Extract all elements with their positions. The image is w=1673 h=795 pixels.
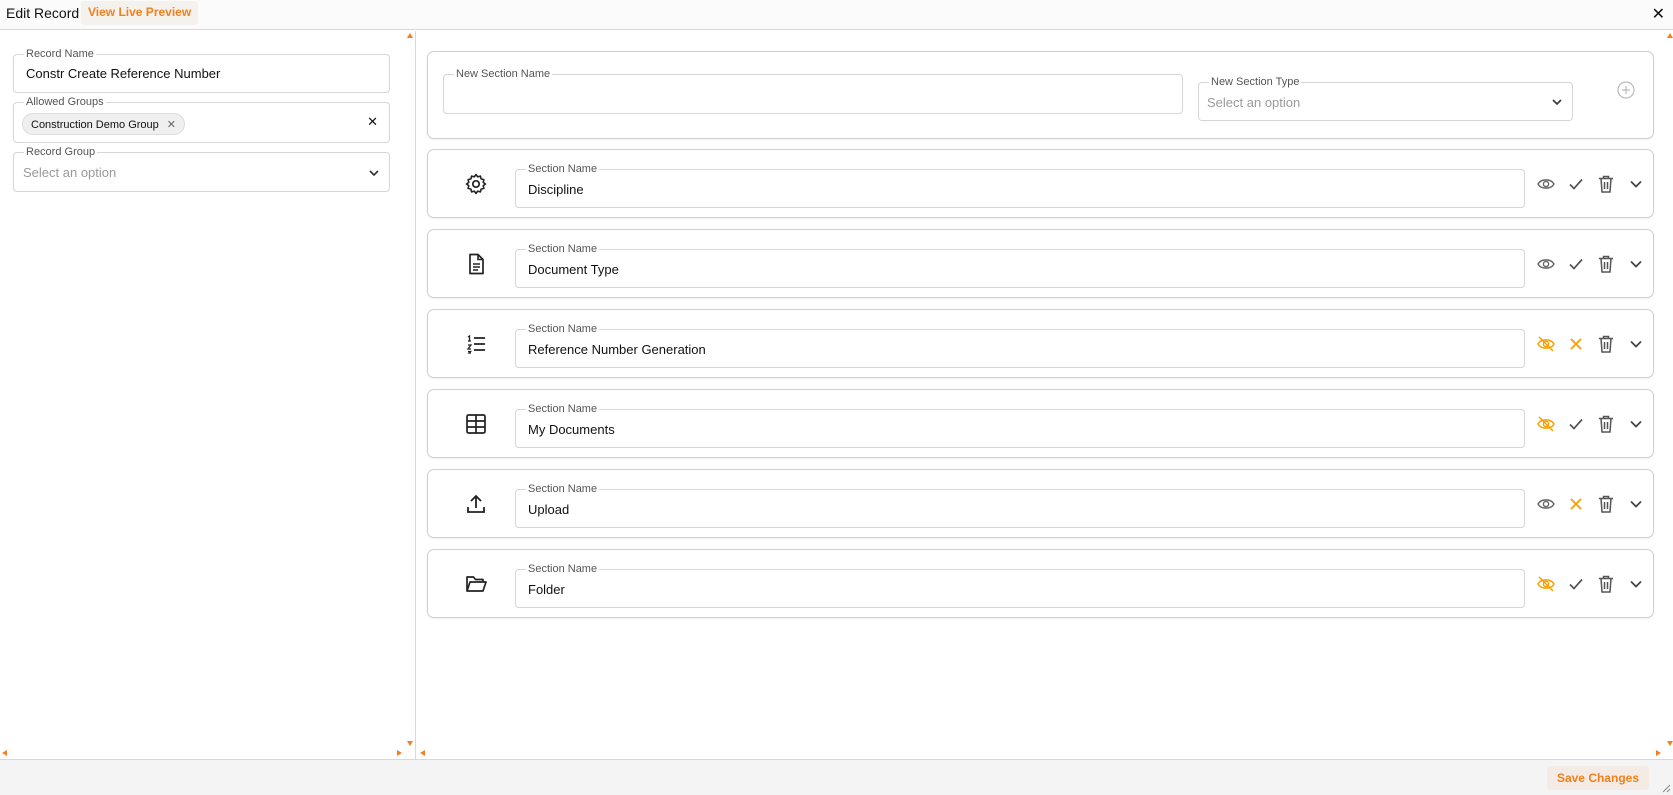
scroll-right-arrow[interactable] [1656, 750, 1661, 756]
section-name-label: Section Name [526, 163, 600, 175]
chevron-down-icon[interactable] [1624, 492, 1648, 516]
page-title: Edit Record [6, 5, 80, 21]
section-name-field[interactable]: Section Name Document Type [515, 243, 1525, 288]
check-icon[interactable] [1564, 572, 1588, 596]
check-icon[interactable] [1564, 252, 1588, 276]
section-name-field[interactable]: Section Name Folder [515, 563, 1525, 608]
section-name-input[interactable]: Reference Number Generation [528, 342, 706, 357]
section-name-label: Section Name [526, 563, 600, 575]
close-icon[interactable]: ✕ [1652, 4, 1665, 24]
section-card: Section Name Reference Number Generation [427, 309, 1654, 378]
record-name-field[interactable]: Record Name Constr Create Reference Numb… [13, 48, 390, 93]
scroll-down-arrow[interactable] [407, 741, 413, 746]
chevron-down-icon [369, 170, 379, 177]
eye-icon[interactable] [1534, 492, 1558, 516]
eye-icon[interactable] [1534, 172, 1558, 196]
section-actions [1534, 492, 1648, 516]
chevron-down-icon[interactable] [1624, 252, 1648, 276]
section-card: Section Name Discipline [427, 149, 1654, 218]
scroll-right-arrow[interactable] [397, 750, 402, 756]
upload-icon [467, 494, 485, 513]
group-chip-label: Construction Demo Group [31, 119, 159, 131]
sections-panel: New Section Name New Section Type Select… [417, 31, 1673, 759]
trash-icon[interactable] [1594, 492, 1618, 516]
section-name-label: Section Name [526, 483, 600, 495]
section-name-input[interactable]: Folder [528, 582, 565, 597]
gear-icon [465, 173, 487, 195]
section-name-field[interactable]: Section Name My Documents [515, 403, 1525, 448]
new-section-name-label: New Section Name [454, 68, 553, 80]
chip-remove-icon[interactable]: ✕ [167, 119, 176, 131]
scroll-left-arrow[interactable] [2, 750, 7, 756]
record-name-input[interactable]: Constr Create Reference Number [26, 66, 220, 81]
section-name-field[interactable]: Section Name Reference Number Generation [515, 323, 1525, 368]
allowed-groups-field[interactable]: Allowed Groups Construction Demo Group ✕ … [13, 96, 390, 143]
document-icon [469, 253, 484, 275]
add-section-icon[interactable] [1616, 80, 1636, 100]
left-panel: Record Name Constr Create Reference Numb… [0, 31, 416, 759]
folder-icon [466, 576, 487, 592]
record-name-label: Record Name [24, 48, 96, 60]
section-name-field[interactable]: Section Name Discipline [515, 163, 1525, 208]
new-section-type-select[interactable]: New Section Type Select an option [1198, 76, 1573, 121]
footer-bar: Save Changes [0, 759, 1673, 795]
section-actions [1534, 332, 1648, 356]
new-section-type-placeholder: Select an option [1207, 95, 1301, 110]
section-name-input[interactable]: Document Type [528, 262, 619, 277]
check-icon[interactable] [1564, 172, 1588, 196]
scroll-up-arrow[interactable] [1667, 33, 1673, 38]
trash-icon[interactable] [1594, 172, 1618, 196]
allowed-groups-label: Allowed Groups [24, 96, 106, 108]
eye-off-icon[interactable] [1534, 412, 1558, 436]
new-section-name-field[interactable]: New Section Name [443, 68, 1183, 114]
section-actions [1534, 172, 1648, 196]
save-changes-button[interactable]: Save Changes [1546, 766, 1649, 790]
section-name-input[interactable]: Discipline [528, 182, 584, 197]
record-group-placeholder: Select an option [23, 165, 117, 180]
numbered-list-icon [466, 334, 485, 354]
section-name-label: Section Name [526, 243, 600, 255]
view-live-preview-button[interactable]: View Live Preview [81, 1, 199, 25]
close-icon[interactable] [1564, 332, 1588, 356]
trash-icon[interactable] [1594, 252, 1618, 276]
scroll-up-arrow[interactable] [407, 33, 413, 38]
section-card: Section Name Upload [427, 469, 1654, 538]
trash-icon[interactable] [1594, 332, 1618, 356]
check-icon[interactable] [1564, 412, 1588, 436]
section-name-label: Section Name [526, 323, 600, 335]
section-card: Section Name Folder [427, 549, 1654, 618]
section-actions [1534, 572, 1648, 596]
scroll-left-arrow[interactable] [420, 750, 425, 756]
record-group-label: Record Group [24, 146, 98, 158]
eye-off-icon[interactable] [1534, 572, 1558, 596]
section-name-field[interactable]: Section Name Upload [515, 483, 1525, 528]
section-actions [1534, 412, 1648, 436]
new-section-type-label: New Section Type [1209, 76, 1302, 88]
section-name-input[interactable]: Upload [528, 502, 569, 517]
chevron-down-icon[interactable] [1624, 332, 1648, 356]
chevron-down-icon[interactable] [1624, 172, 1648, 196]
section-card: Section Name My Documents [427, 389, 1654, 458]
section-card: Section Name Document Type [427, 229, 1654, 298]
section-actions [1534, 252, 1648, 276]
trash-icon[interactable] [1594, 412, 1618, 436]
scroll-down-arrow[interactable] [1667, 741, 1673, 746]
new-section-card: New Section Name New Section Type Select… [427, 51, 1654, 139]
close-icon[interactable] [1564, 492, 1588, 516]
section-name-label: Section Name [526, 403, 600, 415]
resize-handle-icon[interactable] [1661, 783, 1671, 793]
trash-icon[interactable] [1594, 572, 1618, 596]
group-chip[interactable]: Construction Demo Group ✕ [22, 113, 185, 135]
eye-off-icon[interactable] [1534, 332, 1558, 356]
chevron-down-icon[interactable] [1624, 572, 1648, 596]
record-group-select[interactable]: Record Group Select an option [13, 146, 390, 192]
eye-icon[interactable] [1534, 252, 1558, 276]
header-bar: Edit Record View Live Preview ✕ [0, 0, 1673, 30]
chevron-down-icon [1552, 99, 1562, 106]
chevron-down-icon[interactable] [1624, 412, 1648, 436]
section-name-input[interactable]: My Documents [528, 422, 615, 437]
table-icon [466, 414, 486, 434]
clear-groups-icon[interactable]: ✕ [367, 114, 378, 130]
